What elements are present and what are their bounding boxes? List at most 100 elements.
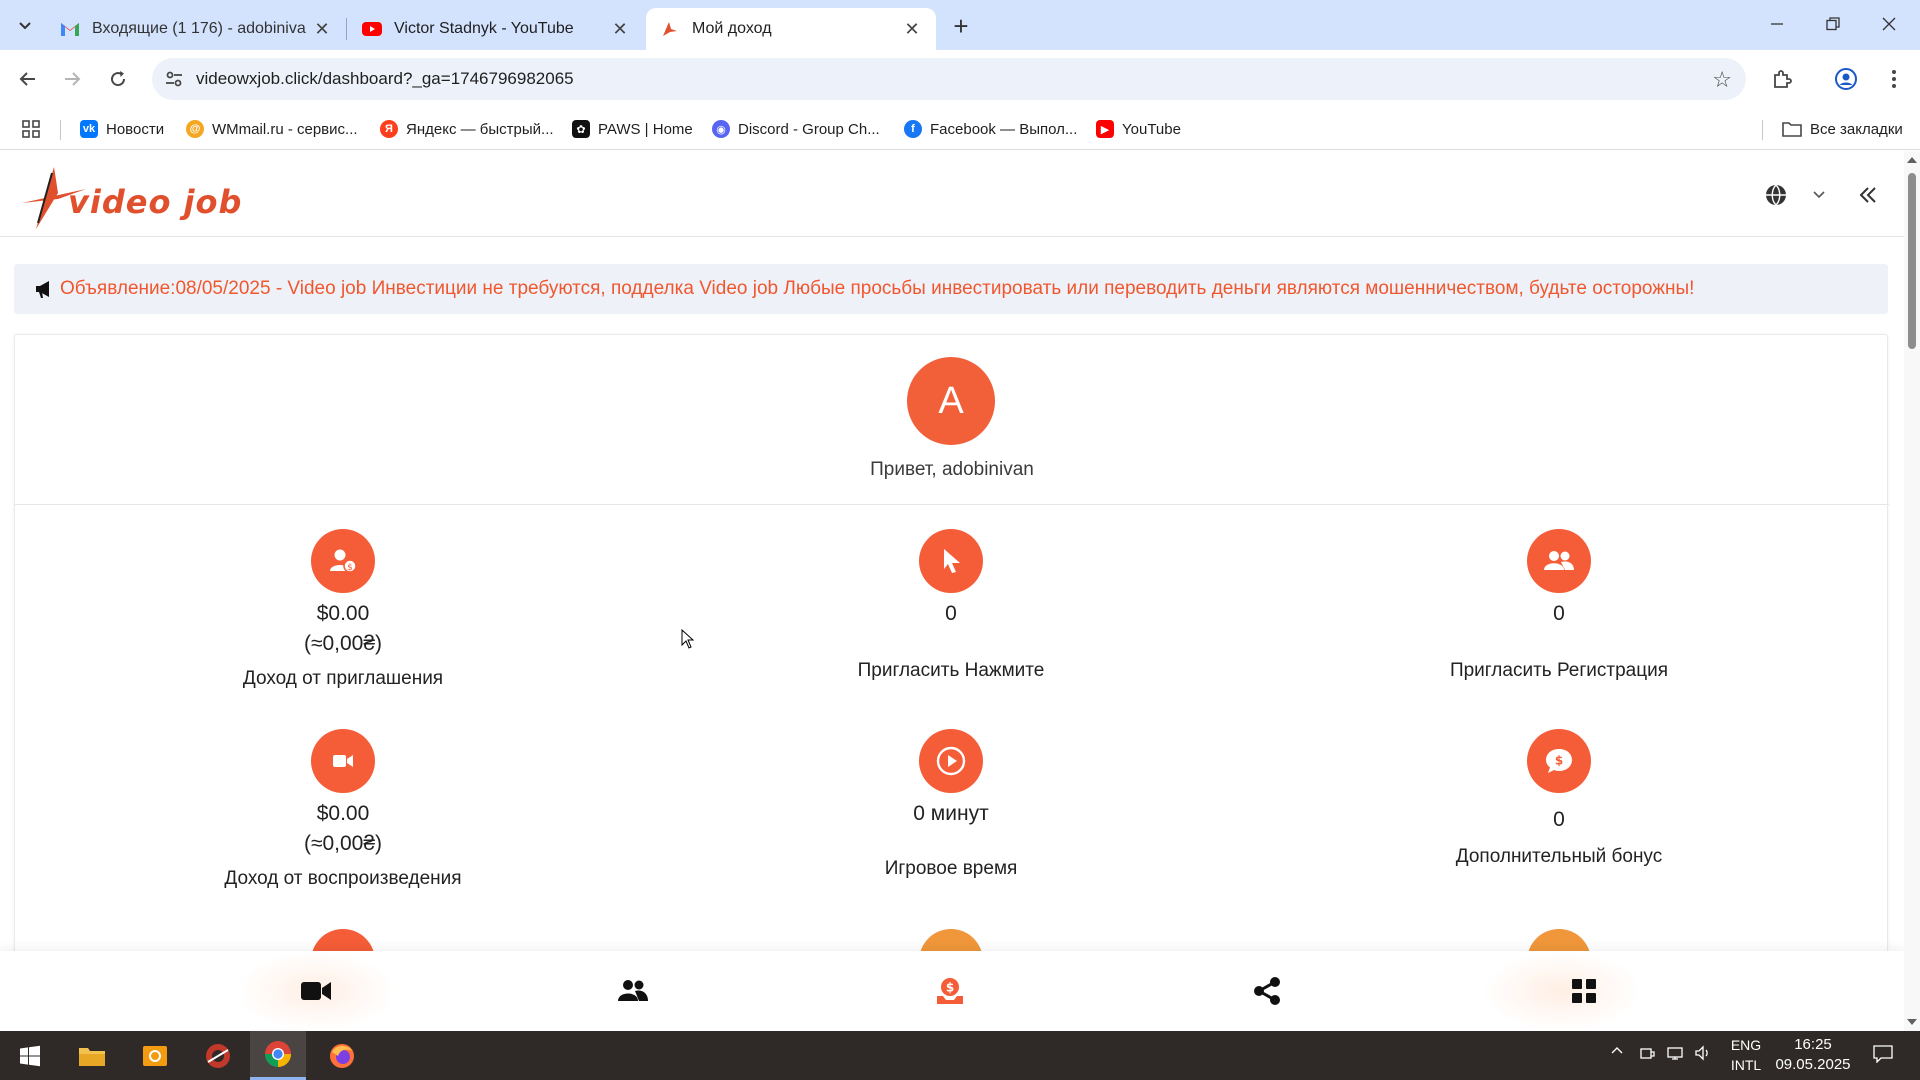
browser-tab-strip: Входящие (1 176) - adobinivan ✕ Victor S… <box>0 0 1920 50</box>
restore-button[interactable] <box>1810 8 1856 40</box>
back-button[interactable] <box>10 61 46 97</box>
taskbar-chrome[interactable] <box>250 1031 306 1080</box>
globe-icon <box>1766 184 1786 206</box>
site-logo[interactable]: video job <box>18 163 258 233</box>
stat-value: 0 <box>945 602 957 625</box>
browser-app-icon <box>206 1043 230 1068</box>
folder-icon <box>79 1047 105 1066</box>
bookmark-youtube[interactable]: ▶ YouTube <box>1096 116 1181 142</box>
stat-invite-registrations[interactable]: 0 Пригласить Регистрация <box>1309 529 1809 685</box>
taskbar-file-explorer[interactable] <box>64 1031 120 1080</box>
close-icon[interactable]: ✕ <box>902 19 922 39</box>
device-icon <box>1640 1048 1655 1059</box>
tab-youtube[interactable]: Victor Stadnyk - YouTube ✕ <box>348 8 644 50</box>
scrollbar-thumb[interactable] <box>1908 173 1916 349</box>
bookmark-label: Яндекс — быстрый... <box>406 120 554 138</box>
tab-gmail[interactable]: Входящие (1 176) - adobinivan ✕ <box>46 8 346 50</box>
apps-grid-icon <box>22 120 40 138</box>
stat-invite-clicks[interactable]: 0 Пригласить Нажмите <box>701 529 1201 685</box>
video-camera-icon <box>301 982 331 1000</box>
tab-my-income[interactable]: Мой доход ✕ <box>646 8 936 50</box>
action-center-button[interactable] <box>1868 1045 1898 1063</box>
chevron-down-icon <box>1813 191 1825 199</box>
stat-value: 0 <box>1553 808 1565 831</box>
all-bookmarks-button[interactable]: Все закладки <box>1782 116 1903 142</box>
nav-team[interactable] <box>606 969 660 1013</box>
new-tab-button[interactable]: + <box>946 11 976 41</box>
paws-icon: ✿ <box>572 120 590 138</box>
firefox-icon <box>330 1043 354 1068</box>
play-circle-icon <box>919 729 983 793</box>
lang-code: ENG <box>1730 1037 1762 1053</box>
stat-value: 0 минут <box>913 802 989 825</box>
url-text[interactable]: videowxjob.click/dashboard?_ga=174679698… <box>196 69 574 89</box>
minimize-icon <box>1771 23 1783 25</box>
bookmark-label: Facebook — Выпол... <box>930 120 1078 138</box>
reload-button[interactable] <box>100 61 136 97</box>
yandex-icon: Я <box>380 120 398 138</box>
bookmark-label: Новости <box>106 120 165 138</box>
forward-button[interactable] <box>54 61 90 97</box>
bookmark-wmmail[interactable]: @ WMmail.ru - сервис... <box>186 116 358 142</box>
dashboard-card: A Привет, adobinivan $ $0.00 (≈0,00₴) До… <box>14 334 1889 1031</box>
youtube-icon <box>362 19 382 39</box>
bookmark-yandex[interactable]: Я Яндекс — быстрый... <box>380 116 554 142</box>
bookmark-label: WMmail.ru - сервис... <box>212 120 358 138</box>
taskbar-opera[interactable] <box>190 1031 246 1080</box>
profile-section: A Привет, adobinivan <box>15 335 1889 505</box>
collapse-sidebar-button[interactable] <box>1854 181 1882 209</box>
page-scrollbar[interactable] <box>1904 151 1920 1031</box>
bookmark-novosti[interactable]: vk Новости <box>80 116 164 142</box>
announcement-banner: Объявление:08/05/2025 - Video job Инвест… <box>14 264 1888 314</box>
stat-value: $0.00 <box>316 602 370 625</box>
bookmark-star-icon[interactable]: ☆ <box>1712 67 1732 93</box>
stat-invite-income[interactable]: $ $0.00 (≈0,00₴) Доход от приглашения <box>93 529 593 693</box>
scroll-down-icon[interactable] <box>1907 1019 1917 1025</box>
tab-search-button[interactable] <box>10 11 40 39</box>
stat-play-income[interactable]: $0.00 (≈0,00₴) Доход от воспроизведения <box>93 729 593 893</box>
system-clock[interactable]: 16:25 09.05.2025 <box>1772 1035 1854 1075</box>
bookmark-paws[interactable]: ✿ PAWS | Home <box>572 116 693 142</box>
input-language[interactable]: ENG INTL <box>1724 1035 1768 1075</box>
grid-icon <box>1572 979 1596 1003</box>
address-bar[interactable]: videowxjob.click/dashboard?_ga=174679698… <box>152 58 1746 100</box>
show-hidden-icons[interactable] <box>1606 1045 1628 1055</box>
apps-button[interactable] <box>22 116 40 142</box>
video-camera-icon <box>311 729 375 793</box>
close-icon[interactable]: ✕ <box>610 19 630 39</box>
tray-volume[interactable] <box>1692 1045 1714 1061</box>
avatar[interactable]: A <box>907 357 995 445</box>
bookmark-discord[interactable]: ◉ Discord - Group Ch... <box>712 116 880 142</box>
scroll-up-icon[interactable] <box>1907 157 1917 163</box>
extensions-button[interactable] <box>1766 63 1798 95</box>
taskbar-photos[interactable] <box>127 1031 183 1080</box>
photos-app-icon <box>143 1045 167 1066</box>
profile-button[interactable] <box>1830 63 1862 95</box>
close-icon[interactable]: ✕ <box>312 19 332 39</box>
nav-menu[interactable] <box>1557 969 1611 1013</box>
restore-icon <box>1826 17 1840 31</box>
tab-title: Мой доход <box>692 20 772 37</box>
arrow-left-icon <box>19 72 35 86</box>
stat-extra-bonus[interactable]: $ 0 Дополнительный бонус <box>1309 729 1809 871</box>
browser-menu-button[interactable] <box>1878 63 1910 95</box>
nav-videos[interactable] <box>289 969 343 1013</box>
close-window-button[interactable] <box>1866 8 1912 40</box>
language-selector[interactable] <box>1762 181 1790 209</box>
minimize-button[interactable] <box>1754 8 1800 40</box>
logo-text: video job <box>68 183 243 221</box>
tray-network[interactable] <box>1664 1045 1686 1061</box>
tab-title: Входящие (1 176) - adobinivan <box>92 20 306 37</box>
language-dropdown[interactable] <box>1808 181 1830 209</box>
tray-device[interactable] <box>1636 1045 1658 1061</box>
puzzle-icon <box>1774 70 1792 88</box>
stat-play-time[interactable]: 0 минут Игровое время <box>701 729 1201 883</box>
nav-share[interactable] <box>1240 969 1294 1013</box>
taskbar-firefox[interactable] <box>314 1031 370 1080</box>
bookmark-facebook[interactable]: f Facebook — Выпол... <box>904 116 1077 142</box>
tab-title: Victor Stadnyk - YouTube <box>394 20 574 37</box>
clock-time: 16:25 <box>1794 1036 1832 1053</box>
site-settings-icon[interactable] <box>164 69 184 89</box>
start-button[interactable] <box>2 1031 58 1080</box>
nav-income[interactable]: $ <box>923 969 977 1013</box>
